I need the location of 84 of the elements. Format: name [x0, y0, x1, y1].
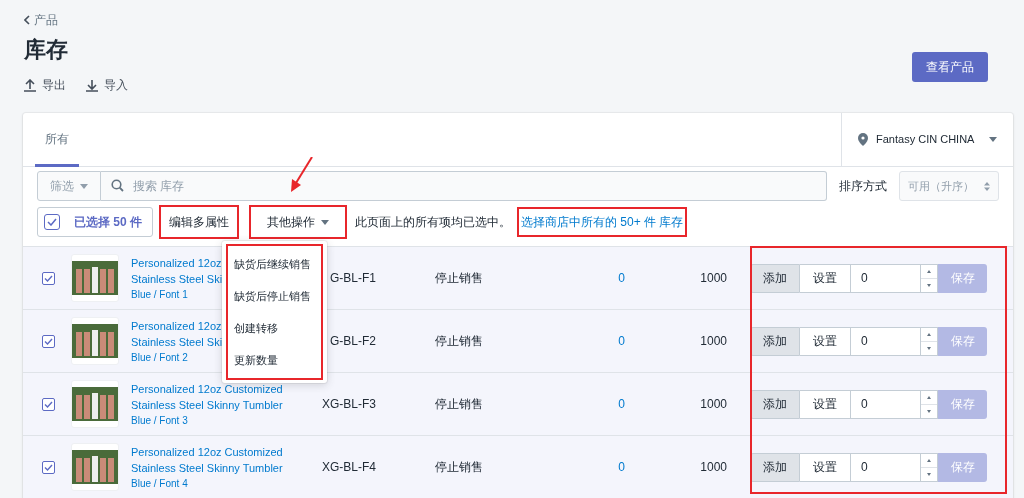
table-row[interactable]: Personalized 12oz Customized Stainless Steel Skinny Tumbler Blue / Font 3 XG-BL-F3 停止销售 0 1000 添加 设置 0 保存 — [23, 373, 1013, 436]
quantity-field[interactable]: 0 — [850, 389, 920, 419]
available-count: 1000 — [699, 333, 727, 350]
annotation-arrow — [289, 157, 313, 193]
sku-text: XG-BL-F3 — [322, 396, 376, 413]
add-button[interactable]: 添加 — [750, 263, 800, 293]
photo-placeholder — [71, 380, 119, 428]
back-chevron-icon — [24, 15, 30, 25]
map-pin-icon — [858, 133, 868, 146]
tab[interactable]: 所有 — [35, 113, 79, 167]
export-button[interactable]: 导出 — [24, 76, 66, 94]
photo-placeholder — [71, 317, 119, 365]
row-checkbox[interactable] — [42, 397, 55, 411]
product-link[interactable]: Personalized 12oz Stainless Steel Ski — [131, 317, 223, 350]
product-link[interactable]: Personalized 12oz Stainless Steel Ski — [131, 254, 223, 287]
quantity-field[interactable]: 0 — [850, 263, 920, 293]
download-icon — [86, 78, 98, 92]
set-button[interactable]: 设置 — [800, 263, 850, 293]
bulk-checkbox[interactable] — [44, 214, 60, 230]
checkmark-icon — [44, 463, 53, 471]
status-text: 停止销售 — [435, 270, 484, 287]
search-field[interactable]: 搜索 库存 — [101, 171, 827, 201]
add-button[interactable]: 添加 — [750, 452, 800, 482]
stepper[interactable] — [920, 263, 938, 293]
table-row[interactable]: Personalized 12oz Customized Stainless Steel Skinny Tumbler Blue / Font 4 XG-BL-F4 停止销售 0 1000 添加 设置 0 保存 — [23, 436, 1013, 498]
caret-icon — [321, 219, 329, 225]
more-actions-button[interactable]: 其他操作 — [251, 207, 345, 237]
product-link[interactable]: Personalized 12oz Customized Stainless Steel Skinny Tumbler — [131, 380, 283, 413]
set-button[interactable]: 设置 — [800, 326, 850, 356]
sku-text: XG-BL-F4 — [322, 459, 376, 476]
available-count: 1000 — [699, 459, 727, 476]
committed-count: 0 — [617, 396, 625, 413]
stepper[interactable] — [920, 326, 938, 356]
committed-count: 0 — [617, 270, 625, 287]
committed-count: 0 — [617, 459, 625, 476]
select-all-link[interactable]: 选择商店中所有的 50+ 件 库存 — [519, 209, 686, 235]
status-text: 停止销售 — [435, 396, 484, 413]
row-checkbox[interactable] — [42, 334, 55, 348]
checkmark-icon — [47, 218, 57, 226]
variant-text: Blue / Font 4 — [131, 476, 188, 491]
menu-item[interactable]: 创建转移 — [228, 312, 321, 344]
sku-text: G-BL-F2 — [330, 333, 376, 350]
selection-notice: 此页面上的所有项均已选中。 — [355, 214, 511, 231]
upload-icon — [24, 78, 36, 92]
checkmark-icon — [44, 337, 53, 345]
variant-text: Blue / Font 1 — [131, 287, 188, 302]
quantity-field[interactable]: 0 — [850, 452, 920, 482]
menu-item[interactable]: 缺货后继续销售 — [228, 248, 321, 280]
photo-placeholder — [71, 443, 119, 491]
import-button[interactable]: 导入 — [86, 76, 128, 94]
row-checkbox[interactable] — [42, 460, 55, 474]
variant-text: Blue / Font 2 — [131, 350, 188, 365]
add-button[interactable]: 添加 — [750, 389, 800, 419]
view-products-button[interactable]: 查看产品 — [912, 52, 988, 82]
sort-arrows-icon — [984, 181, 990, 191]
checkmark-icon — [44, 274, 53, 282]
menu-item[interactable]: 更新数量 — [228, 344, 321, 376]
menu-item[interactable]: 缺货后停止销售 — [228, 280, 321, 312]
edit-attributes-button[interactable]: 编辑多属性 — [161, 207, 237, 237]
caret-icon — [989, 137, 997, 142]
checkmark-icon — [44, 400, 53, 408]
status-text: 停止销售 — [435, 459, 484, 476]
set-button[interactable]: 设置 — [800, 452, 850, 482]
variant-text: Blue / Font 3 — [131, 413, 188, 428]
photo-placeholder — [71, 254, 119, 302]
caret-icon — [80, 183, 88, 189]
page-title: 库存 — [24, 36, 69, 64]
selected-count: 已选择 50 件 — [74, 214, 142, 231]
available-count: 1000 — [699, 396, 727, 413]
location-selector[interactable]: Fantasy CIN CHINA — [841, 113, 1013, 166]
committed-count: 0 — [617, 333, 625, 350]
row-checkbox[interactable] — [42, 271, 55, 285]
stepper[interactable] — [920, 389, 938, 419]
set-button[interactable]: 设置 — [800, 389, 850, 419]
status-text: 停止销售 — [435, 333, 484, 350]
search-icon — [111, 179, 124, 192]
sort-label: 排序方式 — [839, 178, 887, 195]
quantity-field[interactable]: 0 — [850, 326, 920, 356]
add-button[interactable]: 添加 — [750, 326, 800, 356]
breadcrumb-link[interactable]: 产品 — [24, 12, 128, 28]
sku-text: G-BL-F1 — [330, 270, 376, 287]
product-link[interactable]: Personalized 12oz Customized Stainless Steel Skinny Tumbler — [131, 443, 283, 476]
stepper[interactable] — [920, 452, 938, 482]
available-count: 1000 — [699, 270, 727, 287]
